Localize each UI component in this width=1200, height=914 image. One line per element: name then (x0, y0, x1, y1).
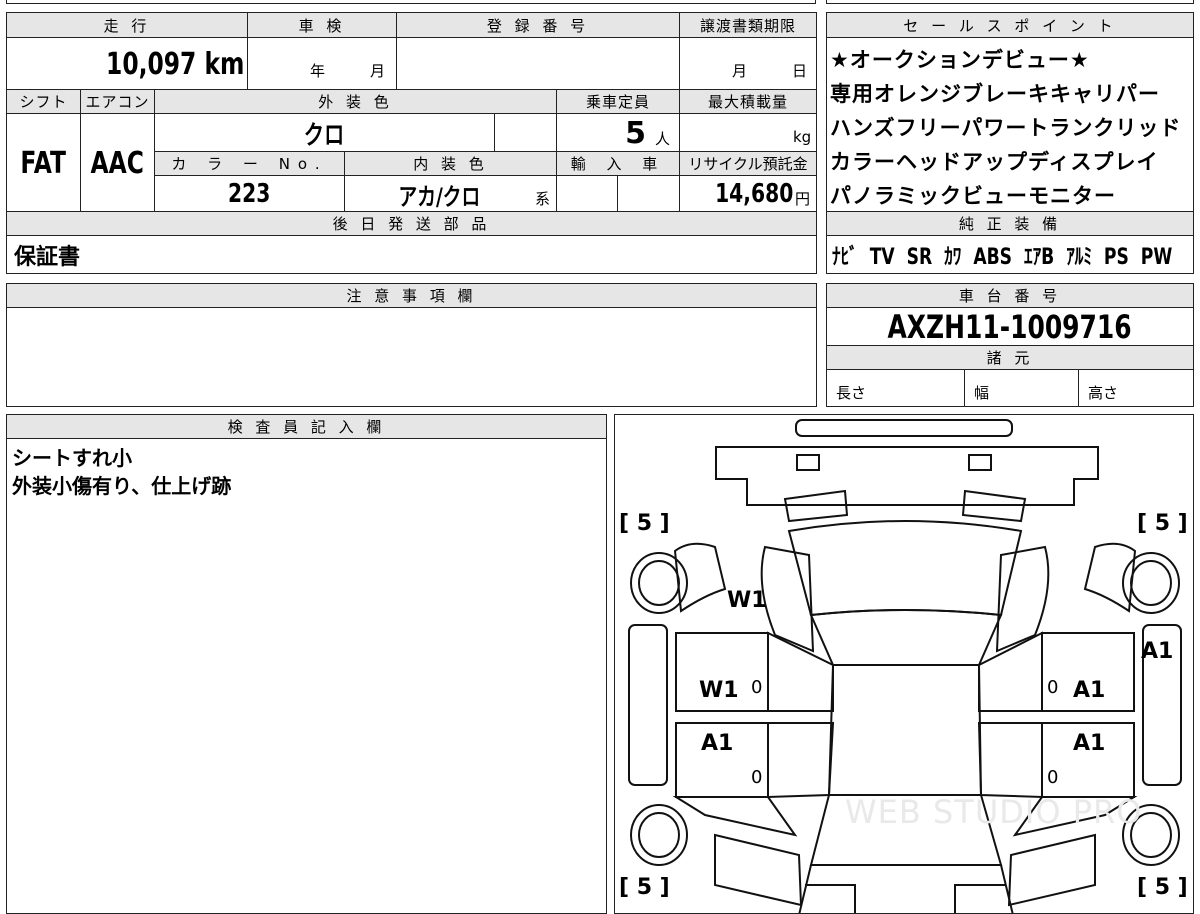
equipment-airbag: ｴｱB (1024, 245, 1055, 270)
aircon-header: エアコン (80, 89, 155, 114)
transfer-deadline-header: 譲渡書類期限 (679, 12, 817, 38)
shift-value: FAT (20, 145, 67, 181)
int-color-value: アカ/クロ (398, 182, 480, 211)
aircon-value: AAC (90, 145, 145, 181)
capacity-value: 5 (625, 115, 646, 151)
parts-value: 保証書 (14, 245, 81, 270)
damage-zero-right-rear: 0 (1047, 677, 1059, 698)
equipment-header: 純 正 装 備 (826, 211, 1194, 236)
notes-header: 注 意 事 項 欄 (6, 283, 817, 308)
equipment-abs: ABS (973, 245, 1013, 270)
damage-mark-right-rear-door: A1 (1073, 678, 1106, 703)
import-header: 輸 入 車 (556, 151, 680, 176)
max-load-unit: kg (793, 128, 812, 146)
spec-height: 高さ (1088, 384, 1119, 402)
equipment-sr: SR (906, 245, 933, 270)
top-cutoff-row (6, 0, 816, 4)
shaken-year-unit: 年 (310, 62, 326, 80)
watermark: WEB STUDIO PRO (845, 793, 1143, 831)
recycle-value: 14,680 (714, 179, 793, 209)
capacity-header: 乗車定員 (556, 89, 680, 114)
tire-tread-rear-right: [ 5 ] (1137, 511, 1188, 536)
damage-mark-left-quarter: W1 (727, 588, 767, 613)
transfer-day-unit: 日 (792, 62, 808, 80)
tire-tread-rear-left: [ 5 ] (619, 511, 670, 536)
max-load-header: 最大積載量 (679, 89, 817, 114)
damage-mark-right-quarter: A1 (1141, 639, 1174, 664)
inspector-header: 検 査 員 記 入 欄 (6, 414, 607, 439)
sales-points-header: セ ー ル ス ポ イ ン ト (826, 12, 1194, 38)
equipment-list: ﾅﾋﾞ TV SR ｶﾜ ABS ｴｱB ｱﾙﾐ PS PW (832, 236, 1200, 274)
equipment-pw: PW (1140, 245, 1173, 270)
sales-point-5: パノラミックビューモニター (830, 184, 1116, 208)
registration-header: 登 録 番 号 (396, 12, 680, 38)
inspector-line-2: 外装小傷有り、仕上げ跡 (12, 474, 232, 498)
car-outline-diagram (628, 419, 1182, 913)
recycle-unit: 円 (795, 190, 811, 208)
spec-width: 幅 (974, 384, 990, 402)
capacity-unit: 人 (655, 130, 671, 148)
damage-zero-right-front: 0 (1047, 767, 1059, 788)
equipment-alloy: ｱﾙﾐ (1066, 245, 1092, 270)
recycle-header: リサイクル預託金 (679, 151, 817, 176)
equipment-leather: ｶﾜ (944, 245, 962, 270)
ext-color-header: 外 装 色 (154, 89, 557, 114)
shaken-header: 車 検 (247, 12, 397, 38)
equipment-nav: ﾅﾋﾞ (832, 245, 858, 270)
color-no-header: カ ラ ー No. (154, 151, 345, 176)
damage-mark-right-front-door: A1 (1073, 731, 1106, 756)
sales-point-4: カラーヘッドアップディスプレイ (830, 150, 1159, 174)
damage-zero-left-front: 0 (751, 767, 763, 788)
shaken-month-unit: 月 (370, 62, 386, 80)
damage-zero-left-rear: 0 (751, 677, 763, 698)
mileage-header: 走 行 (6, 12, 248, 38)
tire-tread-front-left: [ 5 ] (619, 875, 670, 900)
transfer-month-unit: 月 (732, 62, 748, 80)
sales-point-2: 専用オレンジブレーキキャリパー (830, 82, 1160, 106)
spec-length: 長さ (836, 384, 867, 402)
inspector-line-1: シートすれ小 (12, 446, 132, 470)
tire-tread-front-right: [ 5 ] (1137, 875, 1188, 900)
top-cutoff-row-right (826, 0, 1194, 4)
shift-header: シフト (6, 89, 81, 114)
ext-color-value: クロ (303, 120, 345, 151)
damage-mark-left-rear-door: W1 (699, 678, 739, 703)
spec-header: 諸 元 (826, 345, 1194, 370)
mileage-value: 10,097 km (105, 46, 244, 82)
damage-diagram-panel: WEB STUDIO PRO [ 5 ] [ 5 ] [ 5 ] [ 5 ] W… (614, 414, 1194, 914)
equipment-ps: PS (1103, 245, 1129, 270)
int-color-header: 内 装 色 (344, 151, 557, 176)
equipment-tv: TV (869, 245, 895, 270)
color-no-value: 223 (228, 179, 271, 209)
chassis-number: AXZH11-1009716 (887, 308, 1133, 346)
chassis-header: 車 台 番 号 (826, 283, 1194, 308)
damage-mark-left-front-door: A1 (701, 731, 734, 756)
sales-point-1: ★オークションデビュー★ (830, 48, 1090, 72)
sales-point-3: ハンズフリーパワートランクリッド (830, 116, 1182, 140)
parts-header: 後 日 発 送 部 品 (6, 211, 817, 236)
int-color-suffix: 系 (535, 190, 551, 208)
